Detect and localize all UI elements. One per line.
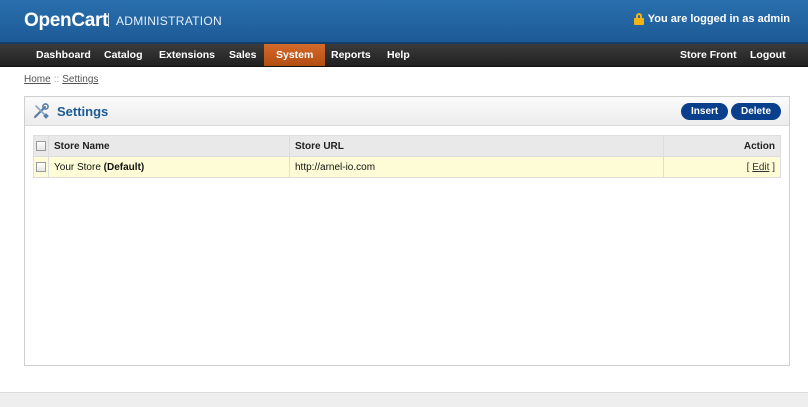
page-title: Settings <box>57 104 109 119</box>
wrench-screwdriver-icon <box>33 103 49 119</box>
table-row: Your Store (Default) http://arnel-io.com… <box>33 156 781 178</box>
menu-reports[interactable]: Reports <box>319 44 383 66</box>
panel-header: Settings Insert Delete <box>25 97 789 126</box>
action-bracket-open: [ <box>746 161 750 173</box>
menu-store-front[interactable]: Store Front <box>668 44 749 66</box>
select-all-cell <box>33 135 49 157</box>
action-cell: [ Edit ] <box>663 156 781 178</box>
store-default-tag: (Default) <box>103 161 145 173</box>
select-all-checkbox[interactable] <box>36 140 46 151</box>
column-store-name[interactable]: Store Name <box>48 135 290 157</box>
logo-divider <box>108 13 109 27</box>
menu-logout[interactable]: Logout <box>738 44 798 66</box>
breadcrumb: Home:: Settings <box>24 74 98 85</box>
menu-extensions[interactable]: Extensions <box>147 44 227 66</box>
row-checkbox[interactable] <box>36 161 46 172</box>
menu-help[interactable]: Help <box>375 44 422 66</box>
column-action: Action <box>663 135 781 157</box>
store-url-cell: http://arnel-io.com <box>289 156 664 178</box>
settings-panel: Settings Insert Delete Store Name Store … <box>24 96 790 366</box>
row-select-cell <box>33 156 49 178</box>
breadcrumb-separator: :: <box>53 74 60 85</box>
menu-sales[interactable]: Sales <box>217 44 268 66</box>
login-status: You are logged in as admin <box>633 13 790 25</box>
menu-catalog[interactable]: Catalog <box>92 44 155 66</box>
settings-table: Store Name Store URL Action Your Store (… <box>33 135 781 178</box>
login-text: You are logged in as admin <box>647 13 790 25</box>
opencart-logo[interactable]: OpenCart <box>24 10 108 32</box>
breadcrumb-settings[interactable]: Settings <box>62 74 98 85</box>
store-name: Your Store <box>54 161 101 173</box>
table-header-row: Store Name Store URL Action <box>33 135 781 157</box>
action-bracket-close: ] <box>772 161 775 173</box>
menu-system[interactable]: System <box>264 44 326 66</box>
breadcrumb-home[interactable]: Home <box>24 74 51 85</box>
main-menu: Dashboard Catalog Extensions Sales Syste… <box>0 44 808 67</box>
footer-band <box>0 392 808 407</box>
column-store-url[interactable]: Store URL <box>289 135 664 157</box>
store-name-cell: Your Store (Default) <box>48 156 290 178</box>
top-header: OpenCart ADMINISTRATION You are logged i… <box>0 0 808 44</box>
insert-button[interactable]: Insert <box>681 103 729 120</box>
administration-label: ADMINISTRATION <box>116 14 222 28</box>
lock-icon <box>633 13 644 25</box>
edit-link[interactable]: Edit <box>752 162 769 173</box>
delete-button[interactable]: Delete <box>731 103 782 120</box>
